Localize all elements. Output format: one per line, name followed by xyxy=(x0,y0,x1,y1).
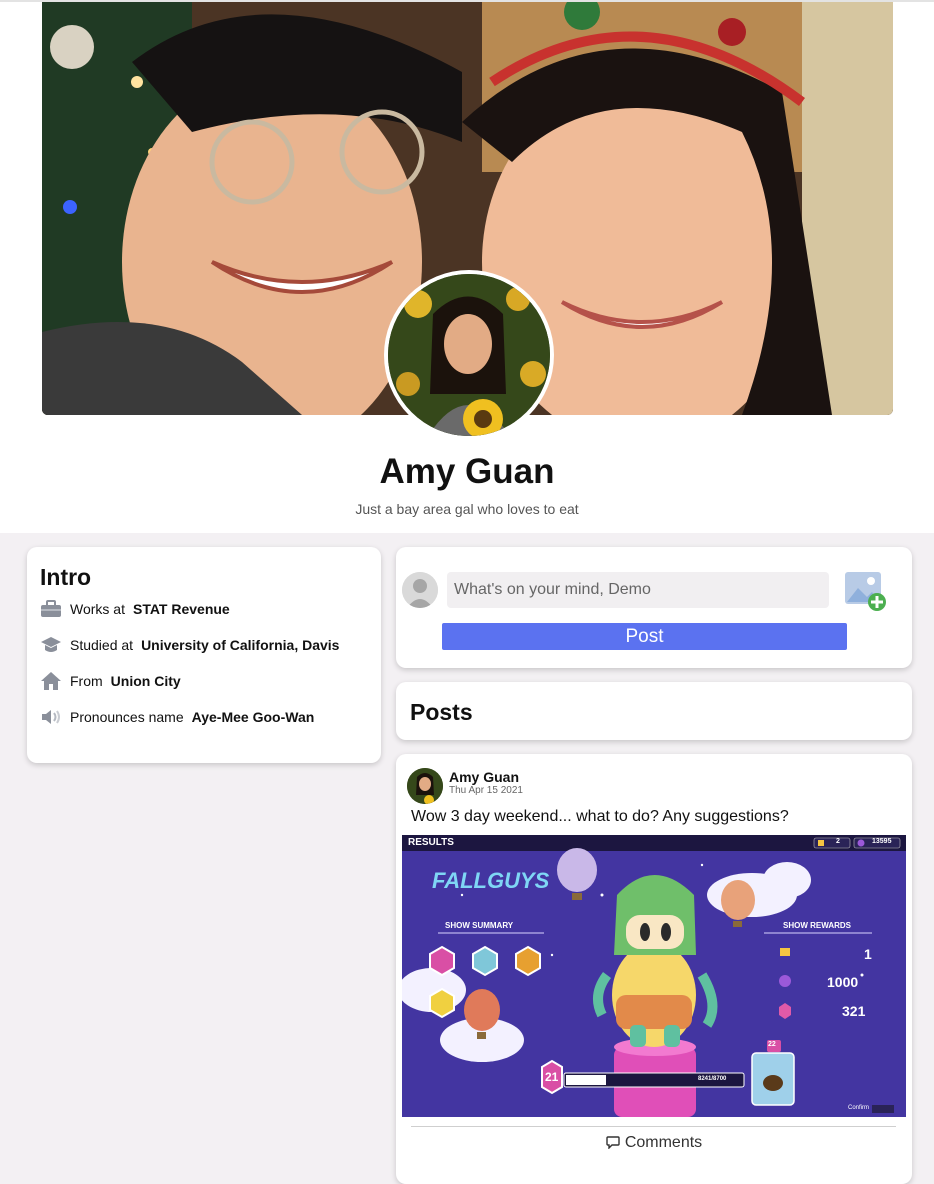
profile-avatar[interactable] xyxy=(384,270,554,440)
top-divider xyxy=(0,0,934,2)
intro-item-pronunciation: Pronounces name Aye-Mee Goo-Wan xyxy=(40,705,314,729)
post-divider xyxy=(411,1126,896,1127)
comments-button[interactable]: Comments xyxy=(396,1134,912,1154)
graduation-cap-icon xyxy=(40,634,62,656)
post-text: Wow 3 day weekend... what to do? Any sug… xyxy=(411,808,789,825)
xp-progress: 8241/8700 xyxy=(698,1076,727,1082)
intro-item-value: Aye-Mee Goo-Wan xyxy=(191,709,315,725)
post-card: Amy Guan Thu Apr 15 2021 Wow 3 day weeke… xyxy=(396,754,912,1184)
comments-label: Comments xyxy=(624,1134,703,1151)
unlock-level: 22 xyxy=(768,1041,776,1048)
speaker-icon[interactable] xyxy=(40,706,62,728)
level-number: 21 xyxy=(545,1070,559,1084)
intro-item-value: University of California, Davis xyxy=(141,637,340,653)
intro-title: Intro xyxy=(40,564,92,590)
status-input[interactable] xyxy=(447,572,829,608)
intro-item-hometown: From Union City xyxy=(40,669,181,693)
post-image[interactable]: RESULTS FALLGUYS SHOW SUMMARY SHOW REWAR… xyxy=(402,835,906,1117)
profile-header: Amy Guan Just a bay area gal who loves t… xyxy=(0,0,934,533)
top-kudos-count: 13595 xyxy=(872,838,892,845)
top-crowns-count: 2 xyxy=(836,838,840,845)
intro-item-work: Works at STAT Revenue xyxy=(40,597,230,621)
post-author[interactable]: Amy Guan xyxy=(449,769,519,785)
intro-item-value: Union City xyxy=(110,673,181,689)
show-rewards-label: SHOW REWARDS xyxy=(783,921,851,930)
intro-item-education: Studied at University of California, Dav… xyxy=(40,633,339,657)
intro-item-label: Works at xyxy=(70,601,125,617)
home-icon xyxy=(40,670,62,692)
intro-item-value: STAT Revenue xyxy=(132,601,230,617)
fallguys-logo: FALLGUYS xyxy=(432,868,550,893)
intro-card: Intro Works at STAT Revenue Studied at U… xyxy=(27,547,381,763)
intro-item-label: Studied at xyxy=(70,637,134,653)
user-avatar-icon xyxy=(402,572,438,608)
post-author-avatar[interactable] xyxy=(407,768,443,804)
profile-name: Amy Guan xyxy=(379,452,555,491)
reward-crowns: 1 xyxy=(864,946,872,962)
post-date: Thu Apr 15 2021 xyxy=(449,785,523,796)
confirm-label: Confirm xyxy=(848,1105,870,1111)
show-summary-label: SHOW SUMMARY xyxy=(445,921,514,930)
post-composer: Post xyxy=(396,547,912,668)
briefcase-icon xyxy=(40,598,62,620)
post-button[interactable]: Post xyxy=(442,623,847,650)
posts-title: Posts xyxy=(410,699,473,725)
comment-icon xyxy=(606,1135,620,1154)
add-photo-icon[interactable] xyxy=(843,570,889,614)
posts-header: Posts xyxy=(396,682,912,740)
profile-bio: Just a bay area gal who loves to eat xyxy=(355,501,579,517)
intro-item-label: From xyxy=(70,673,103,689)
results-label: RESULTS xyxy=(408,837,454,848)
avatar-photo xyxy=(388,274,550,436)
reward-kudos: 1000 xyxy=(827,974,859,990)
intro-item-label: Pronounces name xyxy=(70,709,184,725)
reward-fame: 321 xyxy=(842,1003,866,1019)
